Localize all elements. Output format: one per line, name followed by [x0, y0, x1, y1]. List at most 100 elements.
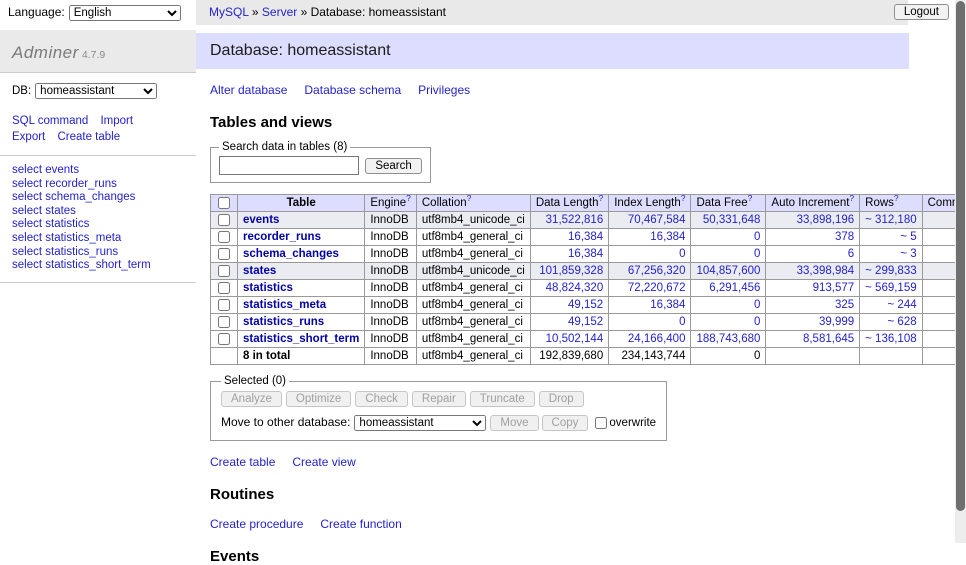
sidebar-table-link-recorder-runs[interactable]: recorder_runs [45, 178, 117, 190]
sidebar-select-link-statistics-meta[interactable]: select [12, 232, 42, 244]
table-link-statistics[interactable]: statistics [243, 282, 293, 294]
data-free-link-statistics[interactable]: 6,291,456 [709, 282, 760, 294]
data-free-link-schema-changes[interactable]: 0 [754, 248, 760, 260]
auto-increment-link-states[interactable]: 33,398,984 [797, 265, 855, 277]
auto-increment-link-statistics-runs[interactable]: 39,999 [819, 316, 854, 328]
auto-increment-link-statistics-short-term[interactable]: 8,581,645 [803, 333, 854, 345]
help-link-engine[interactable]: ? [406, 193, 411, 203]
row-checkbox-statistics-meta[interactable] [218, 299, 230, 311]
optimize-button[interactable]: Optimize [286, 391, 351, 407]
data-length-link-statistics-short-term[interactable]: 10,502,144 [546, 333, 604, 345]
table-link-statistics-meta[interactable]: statistics_meta [243, 299, 326, 311]
sidebar-select-link-events[interactable]: select [12, 164, 42, 176]
help-link-rows[interactable]: ? [894, 193, 899, 203]
link-create-view[interactable]: Create view [292, 455, 355, 469]
row-checkbox-states[interactable] [218, 265, 230, 277]
sidebar-select-link-states[interactable]: select [12, 205, 42, 217]
data-length-link-schema-changes[interactable]: 16,384 [568, 248, 603, 260]
help-link-collation[interactable]: ? [467, 193, 472, 203]
index-length-link-statistics-meta[interactable]: 16,384 [650, 299, 685, 311]
row-checkbox-statistics[interactable] [218, 282, 230, 294]
search-input[interactable] [219, 156, 359, 175]
rows-link-schema-changes[interactable]: ~ 3 [900, 248, 916, 260]
rows-link-states[interactable]: ~ 299,833 [865, 265, 916, 277]
sidebar-link-export[interactable]: Export [12, 131, 45, 143]
select-all-checkbox[interactable] [218, 197, 230, 209]
link-create-procedure[interactable]: Create procedure [210, 517, 303, 531]
auto-increment-link-statistics[interactable]: 913,577 [813, 282, 855, 294]
link-alter-database[interactable]: Alter database [210, 83, 287, 97]
link-create-table[interactable]: Create table [210, 455, 275, 469]
drop-button[interactable]: Drop [539, 391, 584, 407]
data-free-link-statistics-meta[interactable]: 0 [754, 299, 760, 311]
rows-link-statistics[interactable]: ~ 569,159 [865, 282, 916, 294]
sidebar-select-link-statistics-runs[interactable]: select [12, 246, 42, 258]
help-link-data-length[interactable]: ? [598, 193, 603, 203]
auto-increment-link-schema-changes[interactable]: 6 [848, 248, 854, 260]
sidebar-select-link-recorder-runs[interactable]: select [12, 178, 42, 190]
data-length-link-statistics-meta[interactable]: 49,152 [568, 299, 603, 311]
data-free-link-events[interactable]: 50,331,648 [703, 214, 761, 226]
app-name-link[interactable]: Adminer [12, 43, 79, 62]
sidebar-select-link-statistics[interactable]: select [12, 218, 42, 230]
breadcrumb-link-server[interactable]: Server [262, 5, 297, 19]
row-checkbox-events[interactable] [218, 214, 230, 226]
sidebar-table-link-states[interactable]: states [45, 205, 76, 217]
help-link-index-length[interactable]: ? [681, 193, 686, 203]
logout-button[interactable]: Logout [894, 4, 949, 20]
link-create-function[interactable]: Create function [320, 517, 401, 531]
sidebar-link-import[interactable]: Import [100, 115, 133, 127]
data-free-link-states[interactable]: 104,857,600 [696, 265, 760, 277]
sidebar-link-create-table[interactable]: Create table [57, 131, 120, 143]
link-privileges[interactable]: Privileges [418, 83, 470, 97]
index-length-link-statistics-short-term[interactable]: 24,166,400 [628, 333, 686, 345]
data-free-link-statistics-runs[interactable]: 0 [754, 316, 760, 328]
rows-link-statistics-meta[interactable]: ~ 244 [888, 299, 917, 311]
truncate-button[interactable]: Truncate [470, 391, 535, 407]
index-length-link-recorder-runs[interactable]: 16,384 [650, 231, 685, 243]
help-link-data-free[interactable]: ? [748, 193, 753, 203]
sidebar-table-link-events[interactable]: events [45, 164, 79, 176]
row-checkbox-schema-changes[interactable] [218, 248, 230, 260]
link-database-schema[interactable]: Database schema [304, 83, 401, 97]
copy-button[interactable]: Copy [542, 415, 589, 431]
analyze-button[interactable]: Analyze [221, 391, 282, 407]
rows-link-statistics-short-term[interactable]: ~ 136,108 [865, 333, 916, 345]
index-length-link-statistics[interactable]: 72,220,672 [628, 282, 686, 294]
db-select[interactable]: homeassistant [35, 83, 157, 99]
sidebar-select-link-schema-changes[interactable]: select [12, 191, 42, 203]
repair-button[interactable]: Repair [412, 391, 466, 407]
sidebar-table-link-statistics-runs[interactable]: statistics_runs [45, 246, 118, 258]
move-db-select[interactable]: homeassistant [354, 415, 486, 431]
sidebar-table-link-statistics-short-term[interactable]: statistics_short_term [45, 259, 150, 271]
table-link-statistics-short-term[interactable]: statistics_short_term [243, 333, 359, 345]
check-button[interactable]: Check [355, 391, 408, 407]
table-link-states[interactable]: states [243, 265, 276, 277]
index-length-link-schema-changes[interactable]: 0 [679, 248, 685, 260]
row-checkbox-recorder-runs[interactable] [218, 231, 230, 243]
rows-link-statistics-runs[interactable]: ~ 628 [888, 316, 917, 328]
auto-increment-link-recorder-runs[interactable]: 378 [835, 231, 854, 243]
index-length-link-states[interactable]: 67,256,320 [628, 265, 686, 277]
help-link-auto-increment[interactable]: ? [849, 193, 854, 203]
auto-increment-link-events[interactable]: 33,898,196 [797, 214, 855, 226]
vertical-scrollbar[interactable] [955, 0, 966, 543]
sidebar-table-link-statistics[interactable]: statistics [45, 218, 89, 230]
table-link-statistics-runs[interactable]: statistics_runs [243, 316, 324, 328]
data-free-link-recorder-runs[interactable]: 0 [754, 231, 760, 243]
sidebar-table-link-schema-changes[interactable]: schema_changes [45, 191, 135, 203]
data-length-link-states[interactable]: 101,859,328 [539, 265, 603, 277]
table-link-events[interactable]: events [243, 214, 279, 226]
data-length-link-events[interactable]: 31,522,816 [546, 214, 604, 226]
row-checkbox-statistics-runs[interactable] [218, 316, 230, 328]
overwrite-checkbox[interactable] [595, 417, 607, 429]
rows-link-events[interactable]: ~ 312,180 [865, 214, 916, 226]
sidebar-select-link-statistics-short-term[interactable]: select [12, 259, 42, 271]
search-button[interactable]: Search [365, 158, 421, 174]
rows-link-recorder-runs[interactable]: ~ 5 [900, 231, 916, 243]
table-link-schema-changes[interactable]: schema_changes [243, 248, 339, 260]
sidebar-table-link-statistics-meta[interactable]: statistics_meta [45, 232, 121, 244]
breadcrumb-link-mysql[interactable]: MySQL [209, 5, 249, 19]
data-length-link-statistics-runs[interactable]: 49,152 [568, 316, 603, 328]
move-button[interactable]: Move [490, 415, 538, 431]
